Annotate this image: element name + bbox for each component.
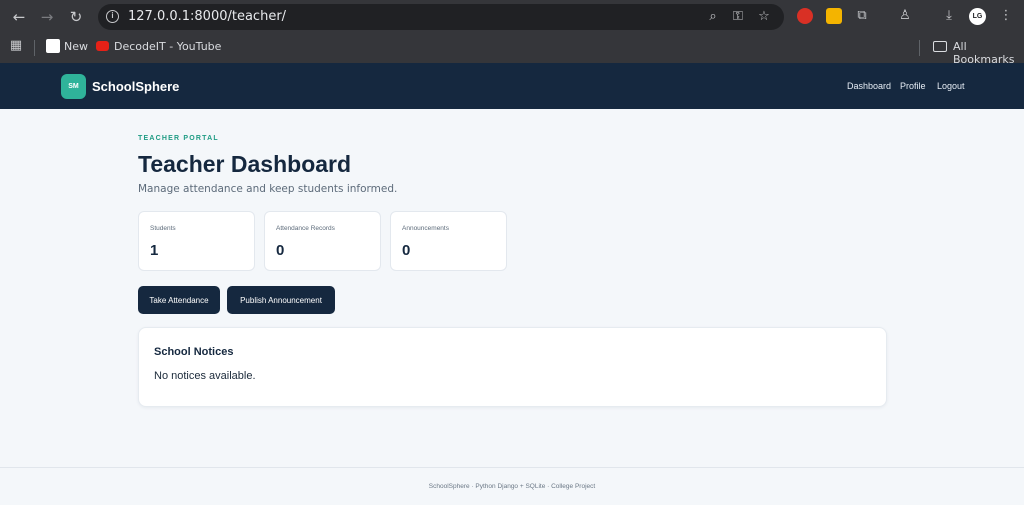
extension-hand-icon[interactable]: [797, 8, 813, 24]
stat-label: Attendance Records: [276, 225, 335, 232]
bookmark-divider: [919, 40, 920, 56]
youtube-icon: [96, 41, 109, 51]
stat-label: Announcements: [402, 225, 449, 232]
stat-label: Students: [150, 225, 176, 232]
page-title: Teacher Dashboard: [138, 151, 352, 177]
footer-text: SchoolSphere · Python Django + SQLite · …: [428, 483, 596, 490]
stat-value: 1: [150, 242, 159, 259]
stat-card-attendance-records: Attendance Records 0: [264, 211, 381, 271]
stat-value: 0: [276, 242, 285, 259]
menu-kebab-icon[interactable]: ⋮: [997, 7, 1015, 25]
download-icon[interactable]: ⤓: [940, 7, 958, 25]
page-footer: SchoolSphere · Python Django + SQLite · …: [0, 467, 1024, 505]
bookmark-star-icon[interactable]: ☆: [755, 8, 773, 26]
folder-icon: [933, 41, 947, 52]
media-icon[interactable]: ♙: [896, 7, 914, 25]
site-info-icon[interactable]: i: [106, 10, 119, 23]
extensions-puzzle-icon[interactable]: ⧉: [853, 7, 871, 25]
brand-name[interactable]: SchoolSphere: [92, 79, 179, 94]
apps-grid-icon[interactable]: ▦: [7, 37, 25, 55]
back-arrow-icon[interactable]: ←: [8, 6, 30, 28]
portal-eyebrow: TEACHER PORTAL: [138, 135, 219, 142]
browser-chrome: ← → ↻ i 127.0.0.1:8000/teacher/ ⌕ ⚿ ☆ ⧉ …: [0, 0, 1024, 66]
take-attendance-button[interactable]: Take Attendance: [138, 286, 220, 314]
nav-dashboard[interactable]: Dashboard: [847, 81, 891, 91]
school-notices-card: School Notices No notices available.: [138, 327, 887, 407]
notices-title: School Notices: [154, 346, 234, 358]
url-text[interactable]: 127.0.0.1:8000/teacher/: [128, 9, 286, 24]
logo-badge[interactable]: SM: [61, 74, 86, 99]
zoom-icon[interactable]: ⌕: [704, 8, 722, 26]
stat-card-announcements: Announcements 0: [390, 211, 507, 271]
bookmark-divider: [34, 40, 35, 56]
forward-arrow-icon[interactable]: →: [36, 6, 58, 28]
address-bar[interactable]: i 127.0.0.1:8000/teacher/ ⌕ ⚿ ☆: [98, 4, 784, 30]
notices-empty-message: No notices available.: [154, 370, 256, 382]
nav-profile[interactable]: Profile: [900, 81, 926, 91]
new-bookmark-icon: [46, 39, 60, 53]
reload-icon[interactable]: ↻: [65, 6, 87, 28]
stat-value: 0: [402, 242, 411, 259]
nav-logout[interactable]: Logout: [937, 81, 965, 91]
key-icon[interactable]: ⚿: [729, 8, 747, 26]
page-subtitle: Manage attendance and keep students info…: [138, 183, 398, 195]
profile-avatar[interactable]: LG: [969, 8, 986, 25]
bookmarks-bar: ▦ New DecodeIT - YouTube All Bookmarks: [0, 34, 1024, 66]
bookmark-decodeit[interactable]: DecodeIT - YouTube: [114, 40, 221, 53]
extension-badge-icon[interactable]: [826, 8, 842, 24]
publish-announcement-button[interactable]: Publish Announcement: [227, 286, 335, 314]
app-header: SM SchoolSphere Dashboard Profile Logout: [0, 63, 1024, 109]
stat-card-students: Students 1: [138, 211, 255, 271]
bookmark-new[interactable]: New: [64, 40, 88, 53]
